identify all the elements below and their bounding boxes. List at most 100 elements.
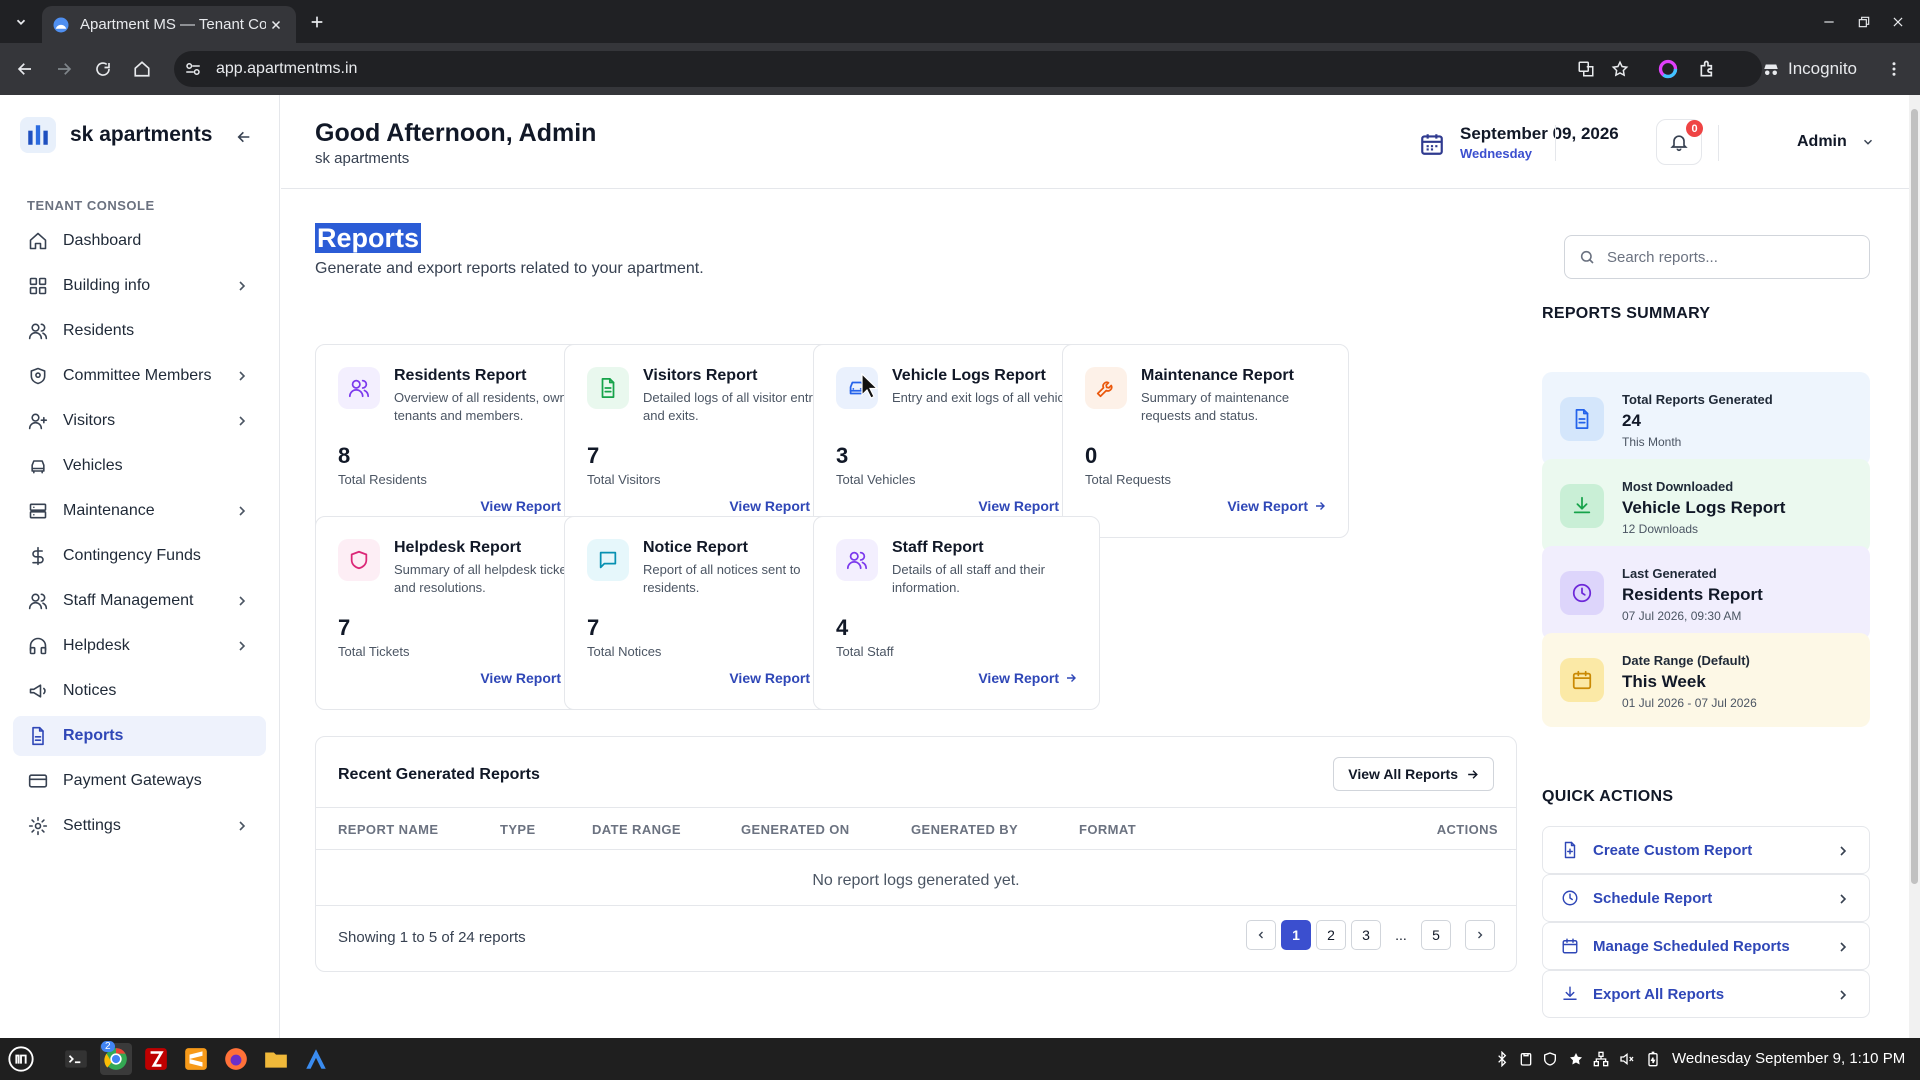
browser-menu-icon[interactable] bbox=[1882, 57, 1906, 81]
terminal-icon[interactable] bbox=[60, 1043, 92, 1075]
quick-action-create-custom-report[interactable]: Create Custom Report bbox=[1542, 826, 1870, 874]
window-close-icon[interactable] bbox=[1884, 8, 1912, 36]
sidebar-item-staff-management[interactable]: Staff Management bbox=[13, 581, 266, 621]
filezilla-icon[interactable] bbox=[140, 1043, 172, 1075]
browser-tab[interactable]: Apartment MS — Tenant Console bbox=[42, 6, 296, 43]
card-count: 4 bbox=[836, 615, 849, 640]
summary-subtext: 12 Downloads bbox=[1622, 522, 1699, 536]
collapse-sidebar-arrow-icon[interactable] bbox=[232, 125, 256, 149]
tab-close-icon[interactable] bbox=[266, 15, 286, 35]
search-box[interactable] bbox=[1564, 235, 1870, 279]
search-icon bbox=[1580, 250, 1594, 264]
card-count-label: Total Notices bbox=[587, 644, 662, 659]
firefox-icon[interactable] bbox=[220, 1043, 252, 1075]
reload-icon[interactable] bbox=[89, 55, 117, 83]
card-count: 3 bbox=[836, 443, 849, 468]
sidebar-item-helpdesk[interactable]: Helpdesk bbox=[13, 626, 266, 666]
sidebar-item-reports[interactable]: Reports bbox=[13, 716, 266, 756]
card-title: Vehicle Logs Report bbox=[892, 367, 1046, 384]
view-report-link[interactable]: View Report bbox=[1227, 498, 1326, 514]
sidebar-item-dashboard[interactable]: Dashboard bbox=[13, 221, 266, 261]
card-count-label: Total Staff bbox=[836, 644, 894, 659]
system-clock[interactable]: Wednesday September 9, 1:10 PM bbox=[1672, 1050, 1905, 1067]
back-arrow-icon[interactable] bbox=[11, 55, 39, 83]
pagination-page-2[interactable]: 2 bbox=[1316, 920, 1346, 950]
incognito-label: Incognito bbox=[1788, 59, 1857, 78]
sublime-text-icon[interactable] bbox=[180, 1043, 212, 1075]
clipboard-icon[interactable] bbox=[1518, 1051, 1534, 1067]
shield-tray-icon[interactable] bbox=[1542, 1051, 1558, 1067]
star-tray-icon[interactable] bbox=[1568, 1051, 1584, 1067]
page-title: Reports bbox=[315, 223, 422, 253]
visitors-report-card: Visitors Report Detailed logs of all visi… bbox=[564, 344, 851, 538]
sidebar-item-notices[interactable]: Notices bbox=[13, 671, 266, 711]
battery-icon[interactable] bbox=[1645, 1051, 1661, 1067]
chrome-taskbar-icon[interactable]: 2 bbox=[100, 1041, 132, 1075]
forward-arrow-icon[interactable] bbox=[50, 55, 78, 83]
site-info-icon[interactable] bbox=[184, 60, 202, 78]
quick-action-manage-scheduled-reports[interactable]: Manage Scheduled Reports bbox=[1542, 922, 1870, 970]
view-all-reports-button[interactable]: View All Reports bbox=[1333, 757, 1494, 791]
bookmark-star-icon[interactable] bbox=[1608, 57, 1632, 81]
sidebar-item-settings[interactable]: Settings bbox=[13, 806, 266, 846]
extensions-puzzle-icon[interactable] bbox=[1696, 57, 1720, 81]
new-tab-plus-icon[interactable] bbox=[305, 10, 329, 34]
window-restore-icon[interactable] bbox=[1850, 8, 1878, 36]
car-icon bbox=[27, 455, 49, 477]
main-content: Good Afternoon, Admin sk apartments Sept… bbox=[281, 95, 1909, 1038]
network-icon[interactable] bbox=[1593, 1051, 1609, 1067]
summary-label: Last Generated bbox=[1622, 566, 1717, 581]
view-report-link[interactable]: View Report bbox=[978, 670, 1077, 686]
sidebar-item-maintenance[interactable]: Maintenance bbox=[13, 491, 266, 531]
window-minimize-icon[interactable] bbox=[1815, 8, 1843, 36]
bluetooth-icon[interactable] bbox=[1494, 1051, 1510, 1067]
sidebar-item-building-info[interactable]: Building info bbox=[13, 266, 266, 306]
pagination-page-3[interactable]: 3 bbox=[1351, 920, 1381, 950]
quick-action-schedule-report[interactable]: Schedule Report bbox=[1542, 874, 1870, 922]
quick-action-label: Create Custom Report bbox=[1593, 841, 1753, 859]
sidebar-item-payment-gateways[interactable]: Payment Gateways bbox=[13, 761, 266, 801]
translate-icon[interactable] bbox=[1574, 57, 1598, 81]
staff-report-card: Staff Report Details of all staff and the… bbox=[813, 516, 1100, 710]
home-icon[interactable] bbox=[128, 55, 156, 83]
recent-reports-panel: Recent Generated Reports View All Report… bbox=[315, 736, 1517, 972]
color-extension-icon[interactable] bbox=[1656, 57, 1680, 81]
volume-muted-icon[interactable] bbox=[1619, 1051, 1635, 1067]
page-scrollbar[interactable] bbox=[1909, 95, 1920, 1038]
scrollbar-thumb[interactable] bbox=[1911, 109, 1918, 884]
brand-logo-icon bbox=[20, 117, 56, 153]
calendar-icon bbox=[1419, 131, 1445, 157]
user-menu-chevron-down-icon[interactable] bbox=[1861, 135, 1877, 151]
view-report-label: View Report bbox=[480, 670, 561, 686]
brand[interactable]: sk apartments bbox=[20, 117, 212, 153]
tab-search-chevron-icon[interactable] bbox=[9, 10, 33, 34]
staff-report-icon bbox=[836, 539, 878, 581]
helpdesk-report-icon bbox=[338, 539, 380, 581]
quick-action-export-all-reports[interactable]: Export All Reports bbox=[1542, 970, 1870, 1018]
app-launcher-icon[interactable] bbox=[300, 1043, 332, 1075]
card-title: Staff Report bbox=[892, 539, 984, 556]
sidebar-item-contingency-funds[interactable]: Contingency Funds bbox=[13, 536, 266, 576]
sidebar-item-residents[interactable]: Residents bbox=[13, 311, 266, 351]
sidebar-item-visitors[interactable]: Visitors bbox=[13, 401, 266, 441]
pagination-page-5[interactable]: 5 bbox=[1421, 920, 1451, 950]
pagination-next-chevron-right-icon[interactable] bbox=[1465, 920, 1495, 950]
user-name[interactable]: Admin bbox=[1797, 133, 1847, 151]
sidebar-item-label: Payment Gateways bbox=[63, 772, 202, 789]
pagination-prev-chevron-left-icon[interactable] bbox=[1246, 920, 1276, 950]
search-input[interactable] bbox=[1607, 248, 1847, 266]
files-folder-icon[interactable] bbox=[260, 1043, 292, 1075]
pagination-page-1[interactable]: 1 bbox=[1281, 920, 1311, 950]
incognito-indicator[interactable]: Incognito bbox=[1752, 53, 1872, 85]
download-icon bbox=[1563, 986, 1577, 1000]
os-menu-icon[interactable] bbox=[5, 1043, 37, 1075]
card-description: Summary of all helpdesk tickets and reso… bbox=[394, 562, 577, 595]
browser-toolbar: app.apartmentms.in Incognito bbox=[0, 43, 1920, 95]
sidebar-item-vehicles[interactable]: Vehicles bbox=[13, 446, 266, 486]
table-footer: Showing 1 to 5 of 24 reports 1 2 3... 5 bbox=[316, 905, 1516, 971]
chevron-right-icon bbox=[1840, 894, 1847, 904]
address-bar[interactable]: app.apartmentms.in bbox=[174, 51, 1762, 87]
sidebar-item-label: Visitors bbox=[63, 412, 116, 429]
sidebar-item-committee-members[interactable]: Committee Members bbox=[13, 356, 266, 396]
maintenance-report-card: Maintenance Report Summary of maintenance… bbox=[1062, 344, 1349, 538]
